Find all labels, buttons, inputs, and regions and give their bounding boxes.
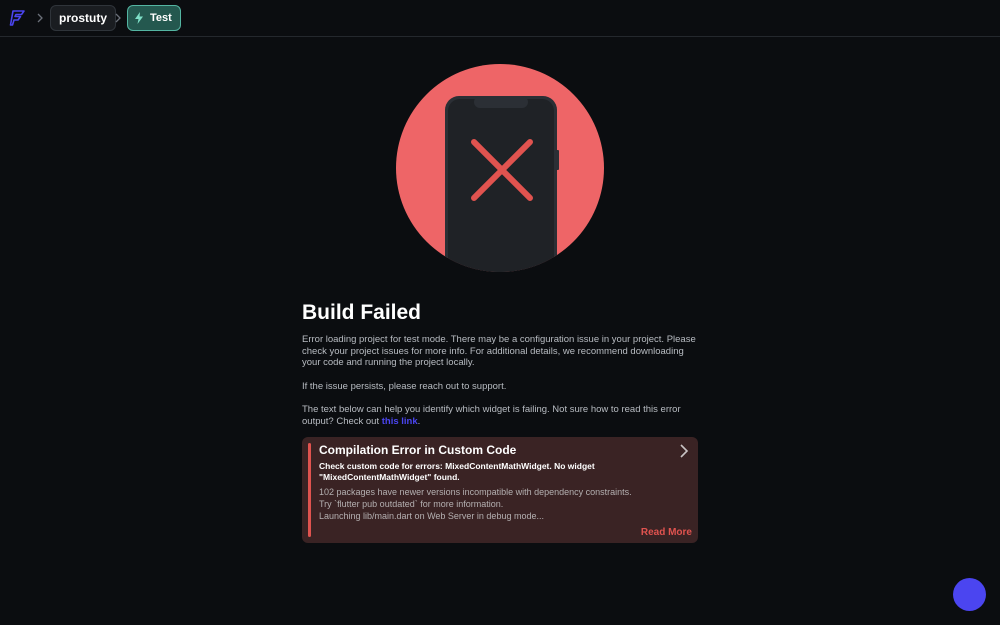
chevron-right-icon[interactable] [678, 443, 690, 459]
error-help-suffix: . [417, 415, 421, 427]
chevron-right-icon [37, 13, 43, 23]
support-note: If the issue persists, please reach out … [302, 380, 507, 392]
error-title: Compilation Error in Custom Code [319, 443, 517, 457]
compilation-error-card[interactable]: Compilation Error in Custom Code Check c… [302, 437, 698, 543]
page-title: Build Failed [302, 301, 422, 324]
support-chat-button[interactable] [953, 578, 986, 611]
top-bar: prostuty Test [0, 0, 1000, 37]
breadcrumb-project[interactable]: prostuty [50, 5, 116, 31]
error-log: 102 packages have newer versions incompa… [319, 486, 632, 522]
help-link[interactable]: this link [382, 416, 418, 427]
error-accent-bar [308, 443, 311, 537]
breadcrumb-test-mode[interactable]: Test [127, 5, 181, 31]
error-help-text: The text below can help you identify whi… [302, 404, 698, 427]
error-help-prefix: The text below can help you identify whi… [302, 404, 681, 427]
error-log-line: Launching lib/main.dart on Web Server in… [319, 511, 544, 521]
breadcrumb-test-label: Test [150, 12, 172, 24]
error-description: Error loading project for test mode. The… [302, 334, 696, 369]
build-failed-content: Build Failed Error loading project for t… [302, 300, 698, 440]
error-log-line: 102 packages have newer versions incompa… [319, 487, 632, 497]
lightning-icon [135, 12, 143, 24]
error-subtitle: Check custom code for errors: MixedConte… [319, 461, 595, 482]
read-more-link[interactable]: Read More [641, 527, 692, 538]
phone-error-x-icon [396, 64, 604, 272]
flutterflow-logo-icon[interactable] [8, 8, 28, 28]
error-log-line: Try `flutter pub outdated` for more info… [319, 499, 504, 509]
chevron-right-icon [115, 13, 121, 23]
